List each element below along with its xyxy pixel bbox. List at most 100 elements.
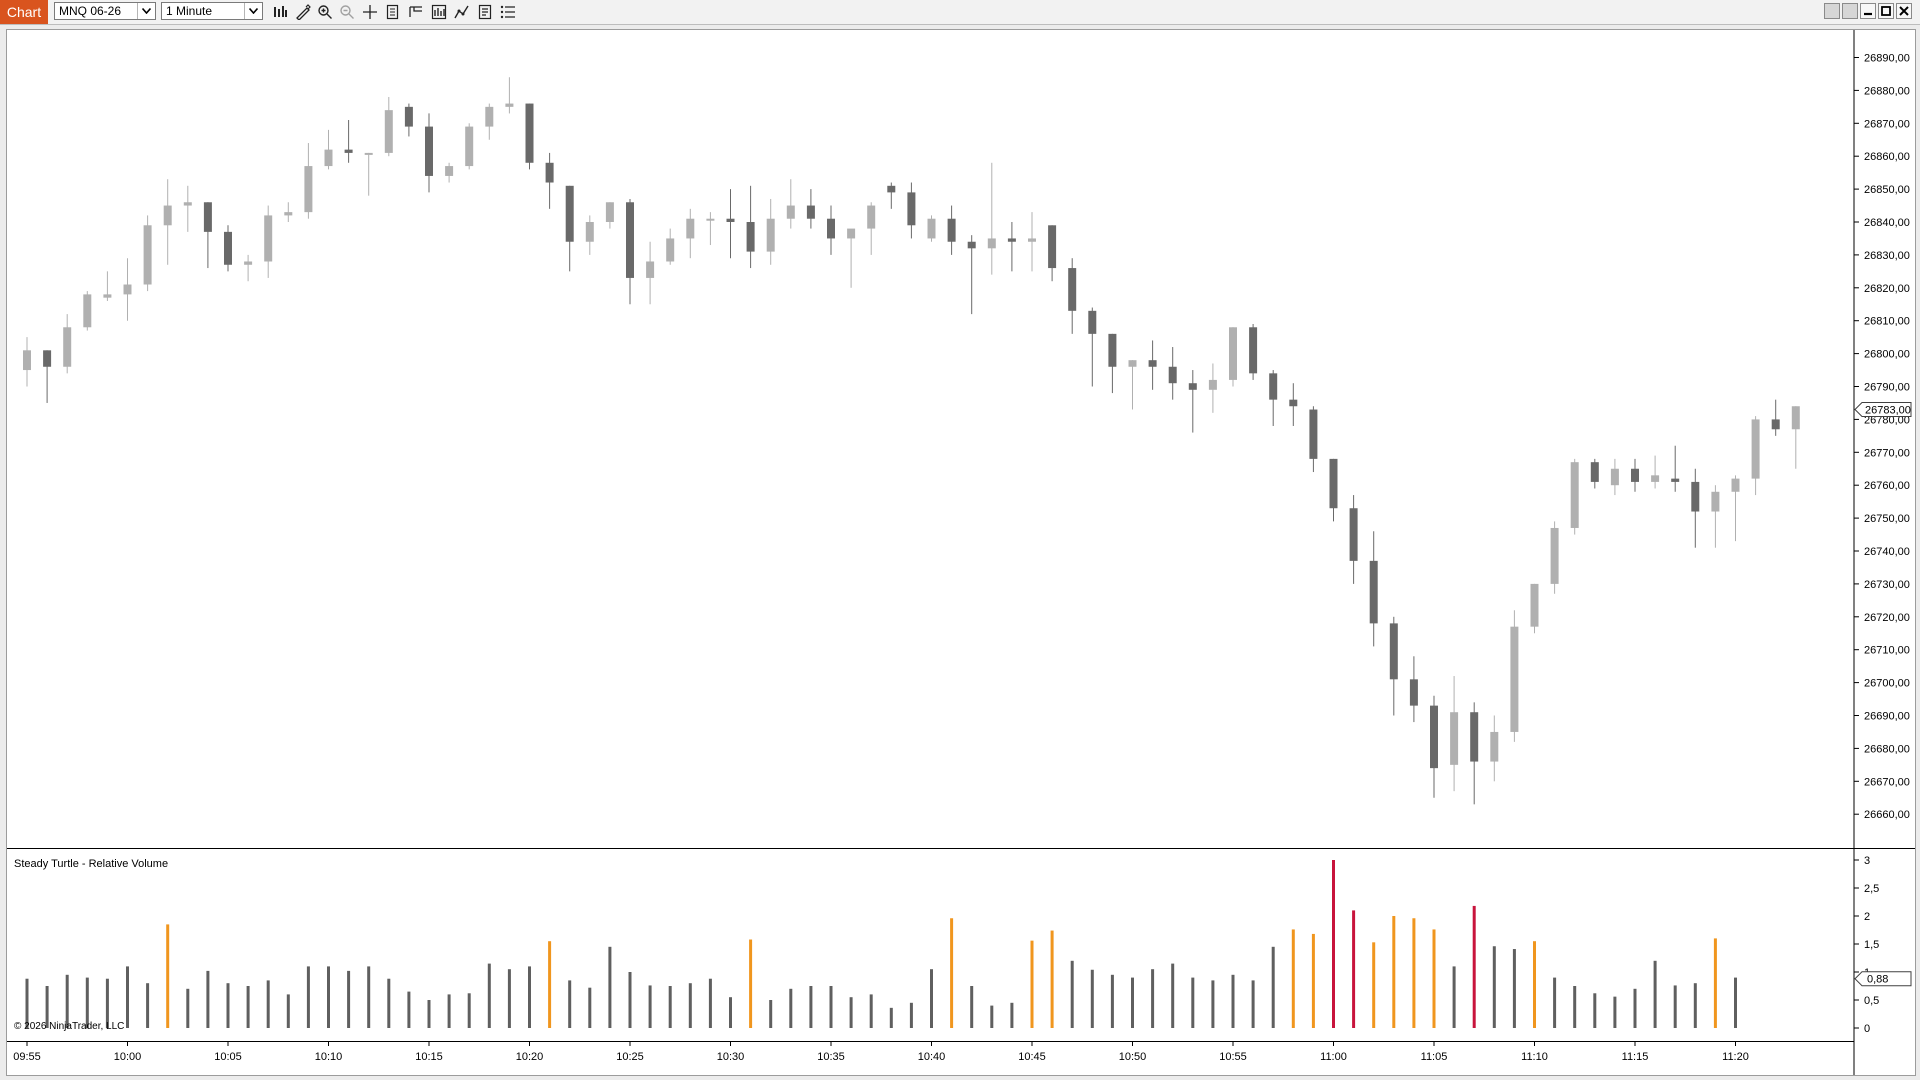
volume-bar: [1030, 940, 1034, 1028]
volume-bar: [126, 966, 129, 1028]
candle-body: [143, 225, 152, 285]
candlestick-series: [23, 77, 1800, 805]
chart-window: 26890,00 26880,00 26870,00 26860,00 26850,00…: [6, 29, 1916, 1076]
chart-tab[interactable]: Chart: [0, 0, 48, 24]
volume-axis[interactable]: 32,521,510,500,88: [1854, 855, 1912, 1035]
price-tick-label: 26790,00: [1864, 382, 1910, 394]
candle-body: [163, 205, 172, 226]
candle-body: [746, 222, 755, 252]
strategies-icon[interactable]: [453, 3, 471, 21]
candle-body: [726, 218, 735, 222]
candle-body: [947, 218, 956, 242]
candle-body: [1349, 508, 1358, 561]
candle-body: [1671, 478, 1680, 482]
minimize-icon[interactable]: [1860, 3, 1876, 19]
interval-value: 1 Minute: [166, 4, 213, 18]
volume-bar: [628, 972, 632, 1028]
volume-bar: [1231, 974, 1235, 1028]
price-tick-label: 26850,00: [1864, 184, 1910, 196]
volume-bar: [1291, 929, 1295, 1028]
price-axis[interactable]: 26890,00 26880,00 26870,00 26860,00 26850,00…: [1854, 53, 1912, 822]
indicators-icon[interactable]: [430, 3, 448, 21]
volume-bar: [1131, 977, 1134, 1028]
price-tick-label: 26840,00: [1864, 217, 1910, 229]
time-tick-label: 10:25: [616, 1051, 644, 1063]
volume-bar: [809, 986, 813, 1028]
candle-body: [1048, 225, 1057, 269]
list-icon[interactable]: [499, 3, 517, 21]
volume-bar: [206, 970, 210, 1028]
volume-bar: [1533, 941, 1536, 1028]
candle-body: [887, 185, 896, 193]
volume-bar: [1372, 942, 1376, 1028]
candle-body: [505, 103, 514, 107]
link-color-icon[interactable]: [1824, 3, 1840, 19]
candle-body: [425, 126, 433, 176]
chart-canvas[interactable]: 26890,00 26880,00 26870,00 26860,00 26850,00…: [7, 30, 1915, 1075]
candle-body: [244, 261, 253, 265]
volume-tick-label: 2: [1864, 911, 1870, 923]
volume-bar: [1211, 980, 1215, 1028]
candle-body: [1570, 462, 1579, 528]
candle-body: [827, 218, 835, 239]
time-tick-label: 11:10: [1521, 1051, 1548, 1063]
volume-bar: [1512, 949, 1516, 1028]
price-tick-label: 26860,00: [1864, 151, 1910, 163]
candle-body: [766, 218, 775, 252]
instrument-selector[interactable]: MNQ 06-26: [54, 2, 156, 20]
window-options-icon[interactable]: [1842, 3, 1858, 19]
volume-bar: [1673, 985, 1677, 1028]
candle-body: [1711, 491, 1720, 512]
price-tick-label: 26770,00: [1864, 447, 1910, 459]
time-tick-label: 10:30: [717, 1051, 745, 1063]
interval-selector[interactable]: 1 Minute: [161, 2, 263, 20]
candle-body: [1249, 327, 1258, 374]
crosshair-icon[interactable]: [361, 3, 379, 21]
price-panel[interactable]: [7, 30, 1915, 1075]
volume-tick-label: 2,5: [1864, 883, 1879, 895]
price-tick-label: 26710,00: [1864, 645, 1910, 657]
instrument-value: MNQ 06-26: [59, 4, 122, 18]
volume-bar: [849, 997, 853, 1028]
candle-body: [1651, 475, 1660, 482]
close-icon[interactable]: [1896, 3, 1912, 19]
volume-bar: [708, 978, 712, 1028]
volume-bar: [1352, 910, 1356, 1028]
volume-bar: [1070, 960, 1074, 1028]
candle-body: [1691, 481, 1700, 512]
candle-body: [1550, 527, 1559, 584]
zoom-out-icon[interactable]: [338, 3, 356, 21]
candle-body: [987, 238, 996, 249]
volume-bar: [1010, 1002, 1014, 1028]
candle-body: [1309, 409, 1318, 459]
price-tick-label: 26880,00: [1864, 85, 1910, 97]
candle-body: [1068, 268, 1077, 311]
candle-body: [967, 241, 976, 249]
zoom-in-icon[interactable]: [316, 3, 334, 21]
candle-body: [1269, 373, 1278, 400]
time-tick-label: 11:15: [1622, 1051, 1649, 1063]
maximize-icon[interactable]: [1878, 3, 1894, 19]
candle-body: [1028, 238, 1036, 242]
price-tick-label: 26830,00: [1864, 250, 1910, 262]
volume-bar: [387, 978, 391, 1028]
candle-body: [1631, 468, 1639, 482]
candle-body: [847, 228, 856, 239]
volume-bar: [869, 994, 873, 1028]
drawing-tool-icon[interactable]: [294, 3, 312, 21]
volume-bar: [1090, 969, 1094, 1028]
chart-trader-icon[interactable]: [407, 3, 425, 21]
volume-bar: [427, 1000, 431, 1028]
volume-bar: [829, 986, 833, 1028]
properties-icon[interactable]: [476, 3, 494, 21]
candle-body: [1128, 360, 1137, 367]
volume-tick-label: 1,5: [1864, 939, 1879, 951]
volume-bar: [467, 993, 471, 1028]
time-tick-label: 09:55: [13, 1051, 41, 1063]
time-axis[interactable]: 09:55 10:00 10:05 10:10 10:15 10:20 10:25 10:30…: [13, 1041, 1749, 1063]
bar-type-icon[interactable]: [271, 3, 289, 21]
volume-bar: [186, 988, 190, 1028]
candle-body: [545, 162, 554, 183]
volume-bar: [688, 983, 692, 1028]
data-box-icon[interactable]: [384, 3, 402, 21]
